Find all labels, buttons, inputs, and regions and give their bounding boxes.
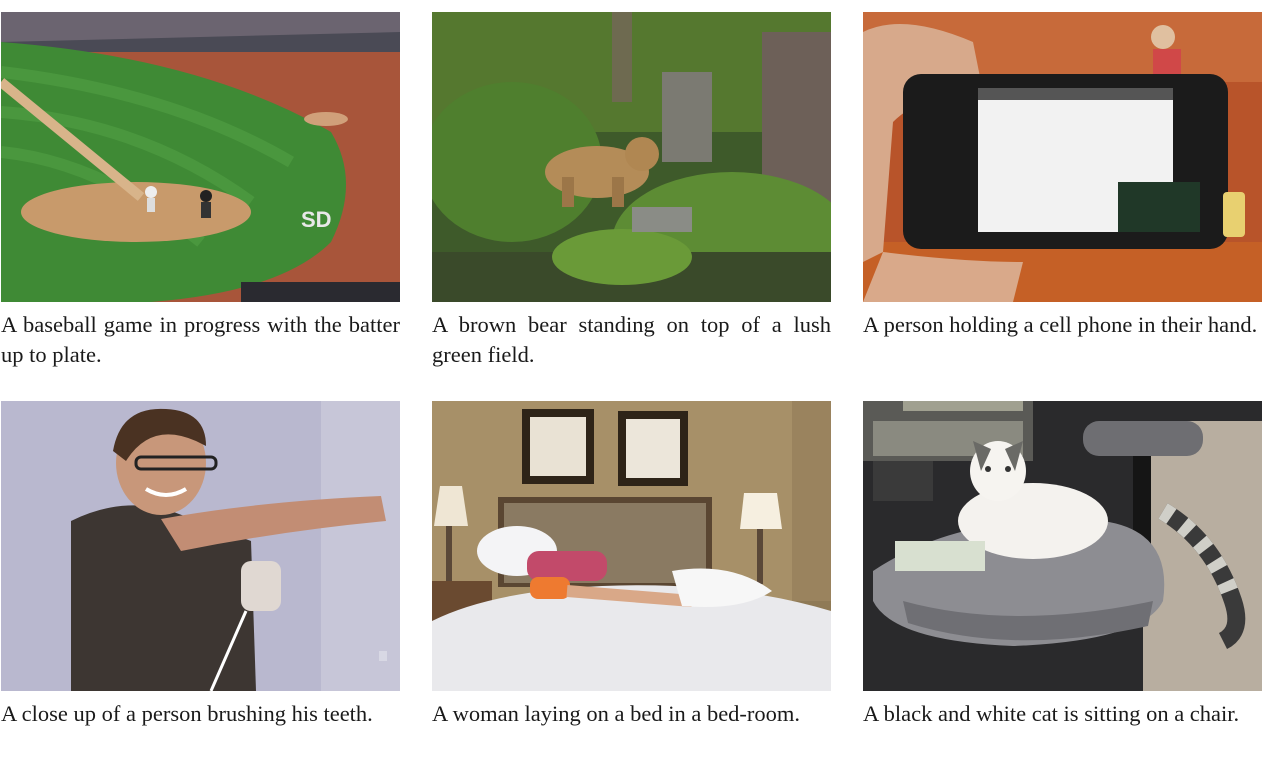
phone-photo <box>863 12 1262 302</box>
person-photo <box>1 401 400 691</box>
figure-caption: A black and white cat is sitting on a ch… <box>863 701 1240 726</box>
figure-caption: A person holding a cell phone in their h… <box>863 312 1258 337</box>
cat-photo <box>863 401 1262 691</box>
figure-caption: A close up of a person brushing his teet… <box>1 701 373 726</box>
figure-caption: A woman laying on a bed in a bed-room. <box>432 701 801 726</box>
figure-caption: A brown bear standing on top of a lush g… <box>432 312 831 367</box>
figure-caption: A baseball game in progress with the bat… <box>1 312 400 367</box>
svg-text:SD: SD <box>301 207 332 232</box>
bear-photo <box>432 12 831 302</box>
baseball-photo: SD <box>1 12 400 302</box>
bedroom-photo <box>432 401 831 691</box>
